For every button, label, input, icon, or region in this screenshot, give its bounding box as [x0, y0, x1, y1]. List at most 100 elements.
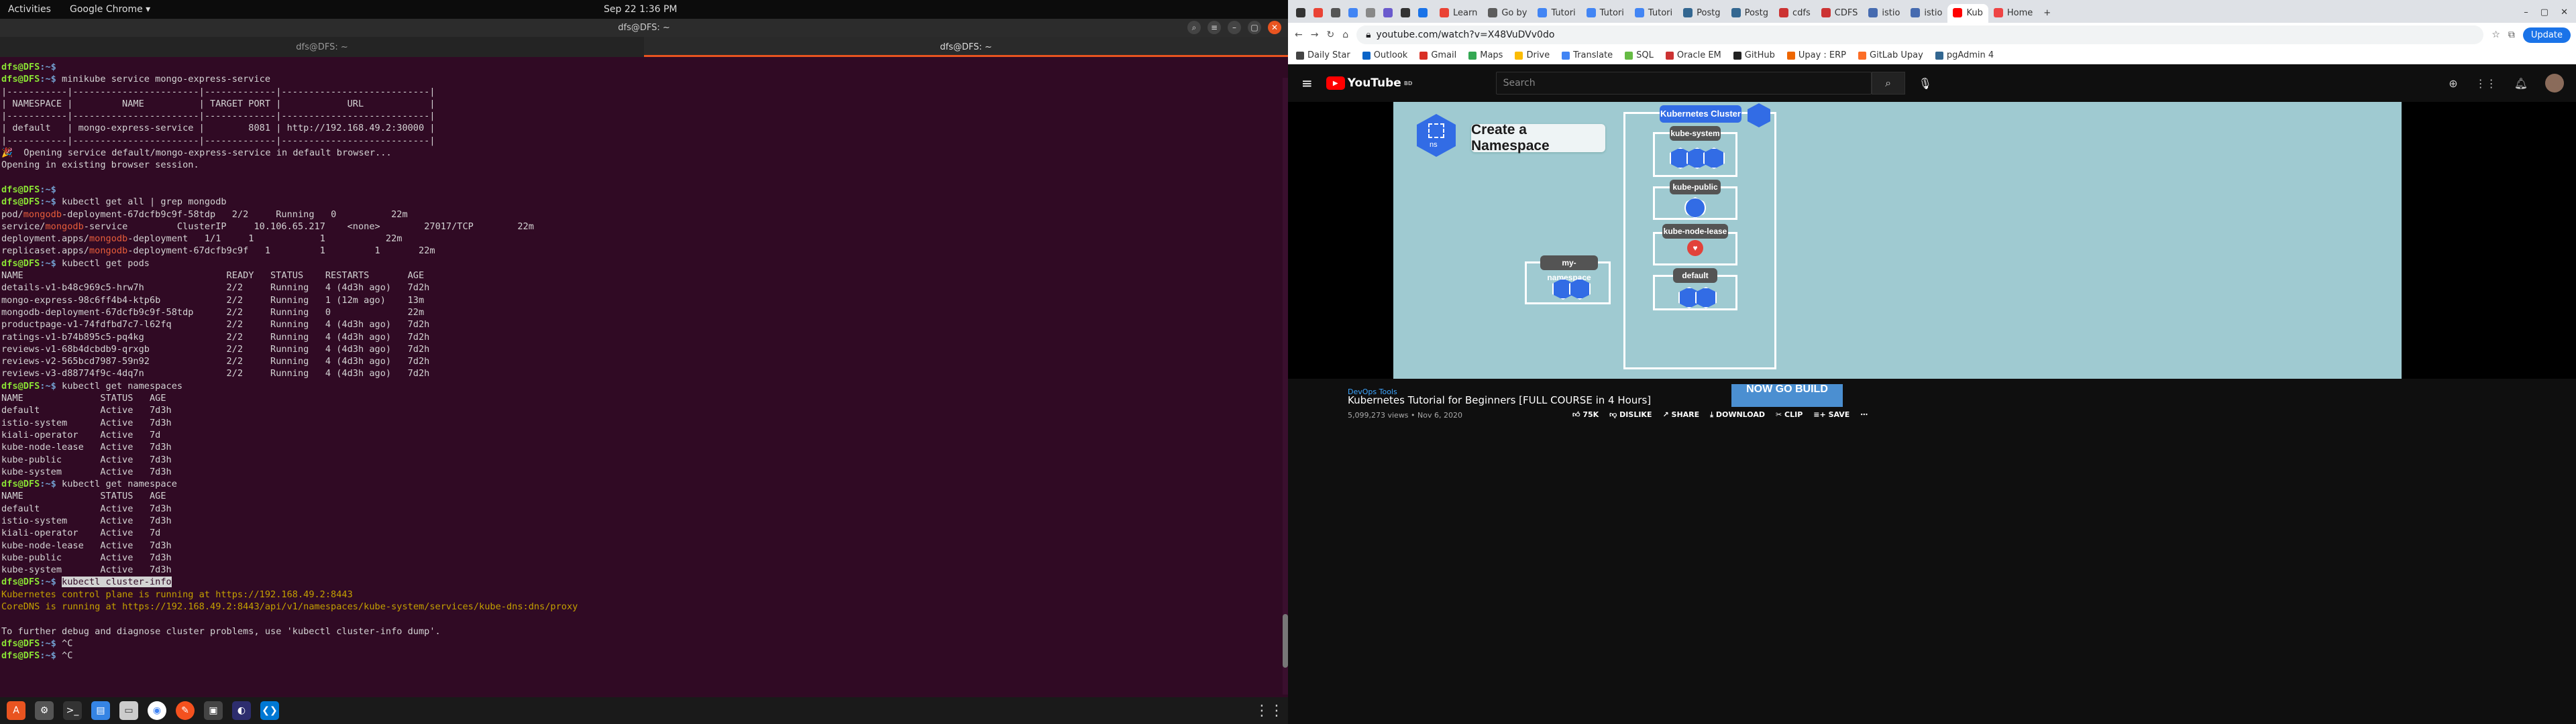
close-icon[interactable]: ✕ [2561, 7, 2568, 17]
video-player[interactable]: ns Create a Namespace Kubernetes Cluster… [1288, 102, 2576, 379]
address-bar[interactable]: 🔒︎ youtube.com/watch?v=X48VuDVv0do [1356, 25, 2484, 44]
mic-icon[interactable]: 🎙︎ [1919, 77, 1932, 90]
browser-tab[interactable]: Postg [1726, 4, 1774, 23]
dislike-button[interactable]: 👎︎ DISLIKE [1609, 410, 1652, 420]
bookmark-item[interactable]: Outlook [1362, 50, 1407, 60]
download-button[interactable]: ⤓ DOWNLOAD [1710, 410, 1765, 420]
bookmark-item[interactable]: Gmail [1419, 50, 1456, 60]
browser-tab[interactable]: Tutori [1581, 4, 1629, 23]
browser-tab[interactable]: Go by [1483, 4, 1532, 23]
show-apps-icon[interactable]: ⋮⋮ [1254, 701, 1284, 720]
pinned-tab-icon[interactable] [1296, 8, 1305, 17]
forward-icon[interactable]: → [1311, 29, 1319, 40]
pinned-tab-icon[interactable] [1366, 8, 1375, 17]
apps-icon[interactable]: ⋮⋮ [2475, 77, 2497, 90]
output-text: | NAMESPACE | NAME | TARGET PORT | URL | [1, 98, 435, 109]
terminal-icon[interactable]: >_ [63, 701, 82, 720]
home-icon[interactable]: ⌂ [1342, 29, 1348, 40]
terminal-tab-2[interactable]: dfs@DFS: ~ [644, 37, 1288, 57]
youtube-logo[interactable]: ▶ YouTube BD [1326, 76, 1413, 90]
bookmark-star-icon[interactable]: ☆ [2491, 29, 2500, 40]
like-button[interactable]: 👍︎ 75K [1572, 410, 1599, 420]
create-icon[interactable]: ⊕ [2449, 77, 2457, 90]
ubuntu-software-icon[interactable]: A [7, 701, 25, 720]
clock[interactable]: Sep 22 1:36 PM [604, 4, 678, 15]
browser-tab[interactable]: Kub [1947, 4, 1988, 23]
pinned-tab-icon[interactable] [1401, 8, 1410, 17]
video-frame[interactable]: ns Create a Namespace Kubernetes Cluster… [1393, 102, 2402, 379]
prompt-user: dfs@DFS [1, 638, 40, 649]
grep-match: mongodb [89, 233, 128, 245]
hamburger-icon[interactable]: ≡ [1301, 75, 1313, 91]
terminal-line: 🎉 Opening service default/mongo-express-… [1, 147, 1288, 159]
clip-button[interactable]: ✂ CLIP [1776, 410, 1803, 420]
pinned-tab-icon[interactable] [1313, 8, 1323, 17]
avatar[interactable] [2545, 74, 2564, 93]
bookmark-favicon-icon [1419, 51, 1428, 60]
save-button[interactable]: ≡+ SAVE [1813, 410, 1849, 420]
minimize-icon[interactable]: – [2524, 7, 2528, 17]
pinned-tab-icon[interactable] [1418, 8, 1428, 17]
selected-command[interactable]: kubectl cluster-info [62, 577, 172, 588]
app-menu[interactable]: Google Chrome ▾ [70, 4, 150, 15]
screenshot-icon[interactable]: ▣ [204, 701, 223, 720]
browser-tab[interactable]: Learn [1434, 4, 1483, 23]
maximize-icon[interactable]: ▢ [2540, 7, 2548, 17]
terminal-tab-1[interactable]: dfs@DFS: ~ [0, 37, 644, 57]
url-link[interactable]: https://192.168.49.2:8443 [215, 589, 353, 600]
ad-banner[interactable]: NOW GO BUILD [1731, 384, 1843, 407]
browser-tab[interactable]: istio [1863, 4, 1905, 23]
bookmark-item[interactable]: Upay : ERP [1786, 50, 1846, 60]
share-button[interactable]: ↗ SHARE [1662, 410, 1699, 420]
scroll-thumb[interactable] [1283, 614, 1288, 668]
pinned-tab-icon[interactable] [1348, 8, 1358, 17]
vscode-icon[interactable]: ❮❯ [260, 701, 279, 720]
browser-tab[interactable]: istio [1905, 4, 1947, 23]
search-button[interactable]: ⌕ [1871, 72, 1905, 95]
search-icon[interactable]: ⌕ [1187, 21, 1201, 34]
minimize-icon[interactable]: – [1228, 21, 1241, 34]
bell-icon[interactable]: 🔔︎ [2514, 77, 2528, 90]
extensions-icon[interactable]: ⧉ [2508, 29, 2515, 40]
pinned-tab-icon[interactable] [1383, 8, 1393, 17]
tab-favicon-icon [1868, 8, 1878, 17]
video-info: DevOps Tools Kubernetes Tutorial for Beg… [1288, 379, 2576, 724]
pinned-tab-icon[interactable] [1331, 8, 1340, 17]
bookmark-item[interactable]: Maps [1468, 50, 1503, 60]
browser-tab[interactable]: CDFS [1816, 4, 1864, 23]
more-button[interactable]: ⋯ [1860, 410, 1868, 420]
maximize-icon[interactable]: ▢ [1248, 21, 1261, 34]
files-icon[interactable]: ▤ [91, 701, 110, 720]
bookmark-item[interactable]: GitLab Upay [1858, 50, 1923, 60]
back-icon[interactable]: ← [1295, 29, 1303, 40]
close-icon[interactable]: ✕ [1268, 21, 1281, 34]
bookmark-item[interactable]: Drive [1515, 50, 1550, 60]
activities-button[interactable]: Activities [8, 4, 51, 15]
browser-tab[interactable]: Postg [1678, 4, 1725, 23]
output-text: details-v1-b48c969c5-hrw7h 2/2 Running 4… [1, 282, 430, 294]
bookmark-item[interactable]: Daily Star [1296, 50, 1350, 60]
bookmark-item[interactable]: Translate [1562, 50, 1613, 60]
menu-icon[interactable]: ≡ [1208, 21, 1221, 34]
reload-icon[interactable]: ↻ [1326, 29, 1334, 40]
browser-tab[interactable]: Tutori [1532, 4, 1580, 23]
settings-icon[interactable]: ⚙ [35, 701, 54, 720]
terminal-output[interactable]: dfs@DFS:~$ dfs@DFS:~$ minikube service mo… [0, 57, 1288, 660]
terminal-scrollbar[interactable] [1283, 78, 1288, 695]
app-icon[interactable]: ◐ [232, 701, 251, 720]
chrome-icon[interactable]: ◉ [148, 701, 166, 720]
url-link[interactable]: https://192.168.49.2:8443/api/v1/namespa… [122, 601, 578, 612]
bookmark-item[interactable]: SQL [1625, 50, 1654, 60]
browser-tab[interactable]: Home [1988, 4, 2038, 23]
bookmark-item[interactable]: Oracle EM [1665, 50, 1721, 60]
browser-tab[interactable]: cdfs [1774, 4, 1816, 23]
update-button[interactable]: Update [2522, 27, 2571, 43]
search-input[interactable]: Search [1495, 72, 1872, 95]
browser-tab[interactable]: Tutori [1629, 4, 1678, 23]
new-tab-button[interactable]: + [2038, 4, 2056, 23]
folder-icon[interactable]: ▭ [119, 701, 138, 720]
postman-icon[interactable]: ✎ [176, 701, 195, 720]
bookmark-item[interactable]: GitHub [1733, 50, 1775, 60]
bookmark-item[interactable]: pgAdmin 4 [1935, 50, 1994, 60]
